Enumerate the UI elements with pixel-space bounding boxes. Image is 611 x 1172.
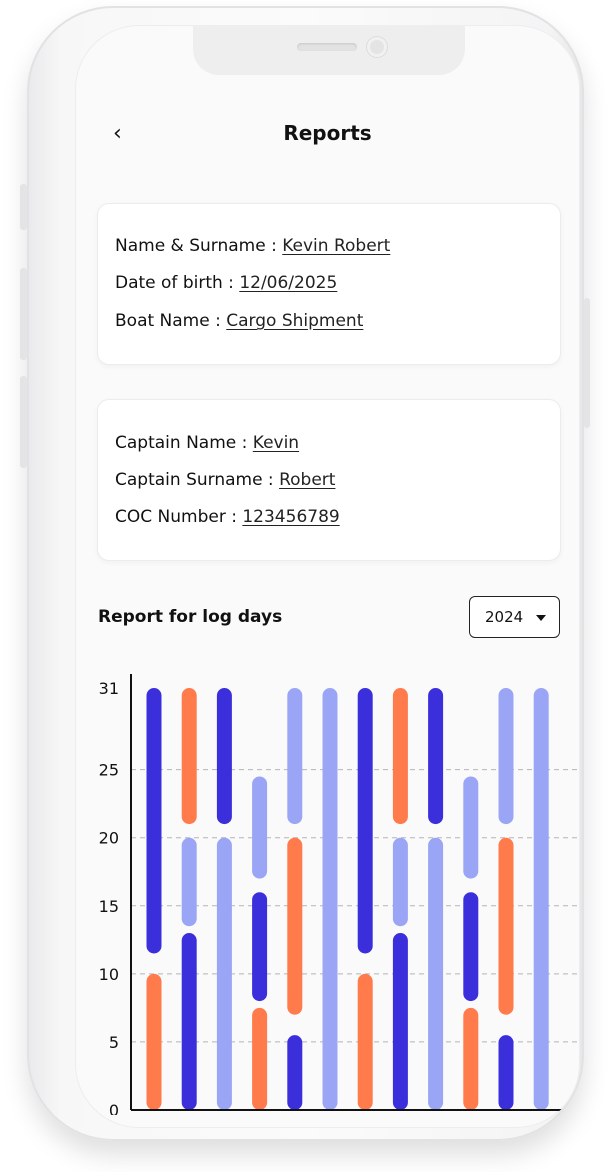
year-value: 2024 (485, 608, 524, 626)
phone-side-button (20, 184, 27, 230)
bar-segment-7-1 (357, 973, 373, 1110)
y-tick-label-25: 25 (99, 761, 119, 780)
log-days-chart: 0 5 10 15 20 25 31 (99, 674, 580, 1115)
bar-segment-10-1 (463, 1007, 479, 1110)
bar-segment-11-1 (498, 1035, 514, 1110)
bar-segment-10-2 (463, 892, 479, 1002)
y-tick-label-10: 10 (99, 965, 119, 984)
bar-segment-9-1 (428, 837, 444, 1110)
bar-segment-4-2 (252, 892, 268, 1002)
caret-down-icon (536, 615, 546, 621)
y-tick-label-20: 20 (99, 829, 119, 848)
bar-segment-5-2 (287, 837, 303, 1015)
bar-segment-4-1 (252, 1007, 268, 1110)
coc-value[interactable]: 123456789 (242, 507, 339, 527)
phone-notch (193, 25, 465, 75)
phone-volume-down-button (20, 376, 27, 468)
bar-segment-8-2 (392, 837, 408, 927)
coc-label: COC Number : (115, 507, 243, 527)
bar-segment-8-1 (392, 933, 408, 1110)
app-screen: ‹ Reports Name & Surname : Kevin Robert … (75, 25, 580, 1128)
captain-name-label: Captain Name : (115, 433, 253, 453)
bar-segment-1-1 (146, 973, 162, 1110)
y-tick-label-5: 5 (109, 1033, 119, 1052)
bar-segment-2-2 (181, 837, 197, 927)
bar-segment-8-3 (392, 688, 408, 825)
coc-row: COC Number : 123456789 (115, 507, 340, 527)
captain-surname-label: Captain Surname : (115, 470, 280, 490)
y-tick-label-0: 0 (109, 1101, 119, 1115)
boat-label: Boat Name : (115, 311, 227, 331)
phone-power-button (584, 298, 590, 428)
bar-segment-11-2 (498, 837, 514, 1015)
dob-label: Date of birth : (115, 273, 240, 293)
phone-frame: ‹ Reports Name & Surname : Kevin Robert … (20, 6, 590, 1141)
app-header: ‹ Reports (75, 115, 580, 155)
name-row: Name & Surname : Kevin Robert (115, 236, 390, 256)
phone-volume-up-button (20, 268, 27, 360)
personal-info-card: Name & Surname : Kevin Robert Date of bi… (97, 203, 561, 365)
bar-segment-1-2 (146, 688, 162, 954)
front-camera (367, 37, 387, 57)
captain-name-row: Captain Name : Kevin (115, 433, 299, 453)
dob-value[interactable]: 12/06/2025 (239, 273, 337, 293)
captain-surname-value[interactable]: Robert (279, 470, 335, 490)
bar-segment-2-3 (181, 688, 197, 825)
bar-segment-2-1 (181, 933, 197, 1110)
name-value[interactable]: Kevin Robert (282, 236, 390, 256)
name-label: Name & Surname : (115, 236, 283, 256)
page-title: Reports (283, 121, 372, 145)
y-tick-label-31: 31 (99, 679, 119, 698)
bar-segment-7-2 (357, 688, 373, 954)
year-dropdown[interactable]: 2024 (469, 596, 560, 638)
bar-segment-6-1 (322, 688, 338, 1110)
bar-segment-12-1 (533, 688, 549, 1110)
bar-segment-9-2 (428, 688, 444, 825)
speaker-grille (297, 43, 357, 51)
bar-segment-10-3 (463, 776, 479, 879)
bar-segment-3-2 (216, 688, 232, 825)
report-section-title: Report for log days (98, 607, 283, 627)
bar-segment-5-1 (287, 1035, 303, 1110)
captain-info-card: Captain Name : Kevin Captain Surname : R… (97, 399, 561, 561)
captain-surname-row: Captain Surname : Robert (115, 470, 335, 490)
boat-row: Boat Name : Cargo Shipment (115, 311, 363, 331)
dob-row: Date of birth : 12/06/2025 (115, 273, 337, 293)
captain-name-value[interactable]: Kevin (253, 433, 299, 453)
bar-segment-3-1 (216, 837, 232, 1110)
bar-segment-11-3 (498, 688, 514, 825)
bar-segment-4-3 (252, 776, 268, 879)
bar-segment-5-3 (287, 688, 303, 825)
y-tick-label-15: 15 (99, 897, 119, 916)
boat-value[interactable]: Cargo Shipment (226, 311, 363, 331)
